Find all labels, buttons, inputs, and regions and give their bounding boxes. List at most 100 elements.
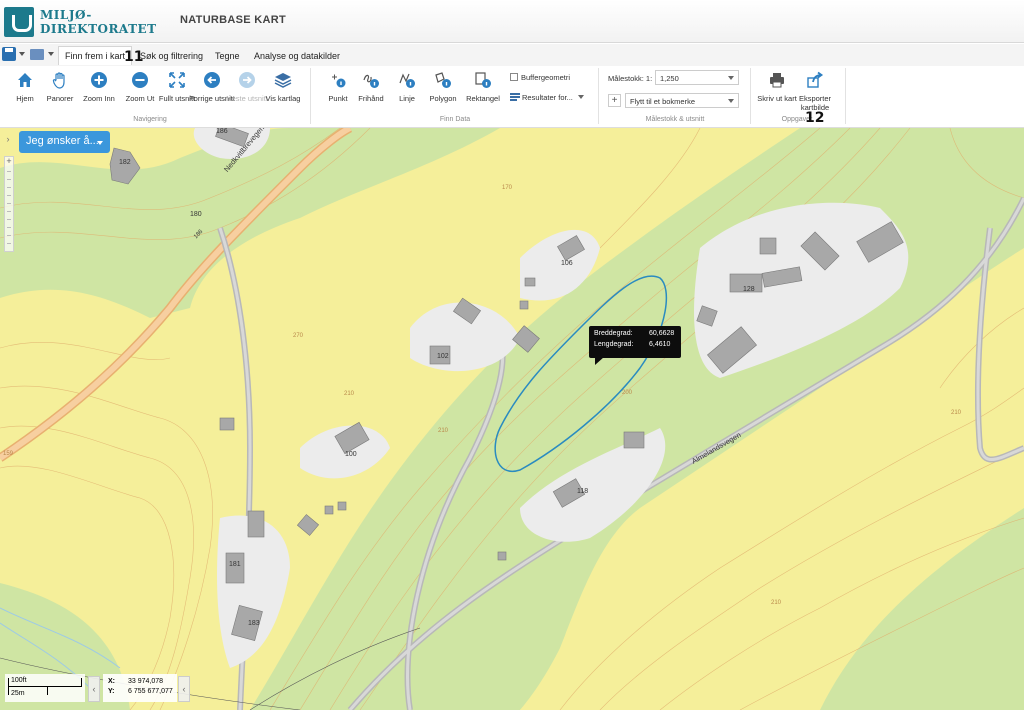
freehand-info-icon [363, 74, 379, 88]
building-number-label: 102 [437, 353, 449, 360]
scale-bar-feet-label: 100ft [11, 677, 27, 684]
buffer-checkbox[interactable] [510, 73, 518, 81]
group-divider [845, 68, 846, 124]
buffer-geometry-option[interactable]: Buffergeometri [510, 73, 570, 82]
bookmark-select[interactable]: Flytt til et bokmerke [625, 93, 739, 108]
bookmark-placeholder: Flytt til et bokmerke [630, 97, 696, 106]
jeg-onsker-a-button[interactable]: Jeg ønsker å... [19, 131, 110, 153]
map-canvas[interactable]: 186 182 180 106 128 102 100 118 181 183 … [0, 128, 1024, 710]
jeg-onsker-a-label: Jeg ønsker å... [26, 135, 99, 147]
contour-label: 210 [344, 391, 355, 397]
show-layers-button[interactable]: Vis kartlag [263, 68, 303, 114]
export-map-image-button[interactable]: Eksporter kartbilde [795, 68, 835, 114]
map-basemap [0, 128, 1024, 710]
chevron-down-icon [728, 76, 734, 80]
building-number-label: 181 [229, 561, 241, 568]
zoom-slider[interactable]: + [4, 156, 14, 252]
ribbon-toolbar: Hjem Panorer Zoom Inn Zoom Ut Fullt utsn… [0, 66, 1024, 128]
group-label-navigering: Navigering [133, 116, 167, 123]
polygon-info-icon [435, 72, 451, 88]
tab-sok-og-filtrering[interactable]: Søk og filtrering [134, 47, 209, 66]
collapse-left-icon[interactable]: ‹ [178, 676, 190, 702]
home-icon [18, 73, 32, 87]
full-extent-icon [169, 72, 185, 88]
latitude-label: Breddegrad: [594, 330, 633, 337]
building-number-label: 186 [216, 128, 228, 135]
forward-arrow-icon [239, 72, 255, 88]
zoom-out-button[interactable]: Zoom Ut [120, 68, 160, 114]
show-layers-label: Vis kartlag [265, 94, 301, 103]
contour-label: 210 [771, 600, 782, 606]
menu-bar: Finn frem i kart Søk og filtrering Tegne… [0, 44, 1024, 66]
y-coord-label: Y: [108, 688, 115, 695]
zoom-out-icon [132, 72, 148, 88]
previous-extent-button[interactable]: Forrige utsnitt [189, 68, 235, 114]
open-folder-icon[interactable] [30, 49, 44, 60]
printer-icon [770, 73, 784, 88]
zoom-tick [7, 211, 11, 212]
rectangle-info-icon [475, 72, 491, 88]
longitude-value: 6,4610 [649, 341, 671, 348]
scale-value: 1,250 [660, 74, 679, 83]
contour-label: 210 [438, 428, 449, 434]
pan-button[interactable]: Panorer [40, 68, 80, 114]
building-number-label: 100 [345, 451, 357, 458]
zoom-plus-icon[interactable]: + [5, 157, 13, 166]
tab-tegne[interactable]: Tegne [209, 47, 246, 66]
zoom-tick [7, 171, 11, 172]
annotation-12: 12 [805, 110, 825, 126]
contour-label: 210 [951, 410, 962, 416]
zoom-tick [7, 195, 11, 196]
scale-bar-meters-label: 25m [11, 690, 25, 697]
group-label-malestokk: Målestokk & utsnitt [645, 116, 705, 123]
contour-label: 270 [293, 333, 304, 339]
results-for-dropdown[interactable]: Resultater for... [510, 93, 584, 102]
annotation-11: 11 [124, 49, 144, 65]
contour-label: 159 [3, 451, 14, 457]
back-arrow-icon [204, 72, 220, 88]
freehand-query-button[interactable]: Frihånd [351, 68, 391, 114]
next-extent-button[interactable]: Neste utsnitt [226, 68, 268, 114]
side-panel-toggle[interactable]: › [2, 134, 14, 148]
collapse-left-icon[interactable]: ‹ [88, 676, 100, 702]
save-dropdown-icon[interactable] [19, 52, 25, 56]
logo-text-line1: MILJØ- [40, 8, 92, 22]
hand-icon [52, 72, 65, 89]
latitude-value: 60,6628 [649, 330, 675, 337]
y-coord-value: 6 755 677,077 [128, 688, 173, 695]
contour-label: 170 [502, 185, 513, 191]
building-number-label: 182 [119, 159, 131, 166]
rectangle-query-button[interactable]: Rektangel [463, 68, 503, 114]
line-query-button[interactable]: Linje [387, 68, 427, 114]
scale-bar: 100ft 25m [5, 674, 85, 702]
line-info-icon [399, 73, 415, 88]
tab-analyse-og-datakilder[interactable]: Analyse og datakilder [248, 47, 346, 66]
scale-label: Målestokk: 1: [608, 74, 653, 83]
file-tools [2, 47, 58, 63]
zoom-tick [7, 243, 11, 244]
open-dropdown-icon[interactable] [48, 52, 54, 56]
zoom-tick [7, 179, 11, 180]
building-number-label: 118 [577, 488, 589, 495]
add-bookmark-button[interactable]: + [608, 94, 621, 107]
building-number-label: 106 [561, 260, 573, 267]
results-caret-icon [577, 95, 584, 99]
scale-select[interactable]: 1,250 [655, 70, 739, 85]
home-button[interactable]: Hjem [5, 68, 45, 114]
save-icon[interactable] [2, 47, 16, 61]
zoom-tick [7, 219, 11, 220]
group-divider [310, 68, 311, 124]
point-info-icon [332, 74, 346, 88]
miljodirektoratet-logo[interactable]: MILJØ- DIREKTORATET [4, 6, 156, 38]
zoom-in-icon [91, 72, 107, 88]
buffer-label: Buffergeometri [521, 73, 571, 82]
zoom-in-button[interactable]: Zoom Inn [79, 68, 119, 114]
group-label-finn-data: Finn Data [439, 116, 471, 123]
longitude-label: Lengdegrad: [594, 341, 634, 348]
full-extent-button[interactable]: Fullt utsnitt [157, 68, 197, 114]
polygon-query-button[interactable]: Polygon [423, 68, 463, 114]
zoom-tick [7, 227, 11, 228]
x-coord-value: 33 974,078 [128, 678, 164, 685]
tab-finn-frem-i-kart[interactable]: Finn frem i kart [58, 46, 133, 65]
zoom-tick [7, 203, 11, 204]
